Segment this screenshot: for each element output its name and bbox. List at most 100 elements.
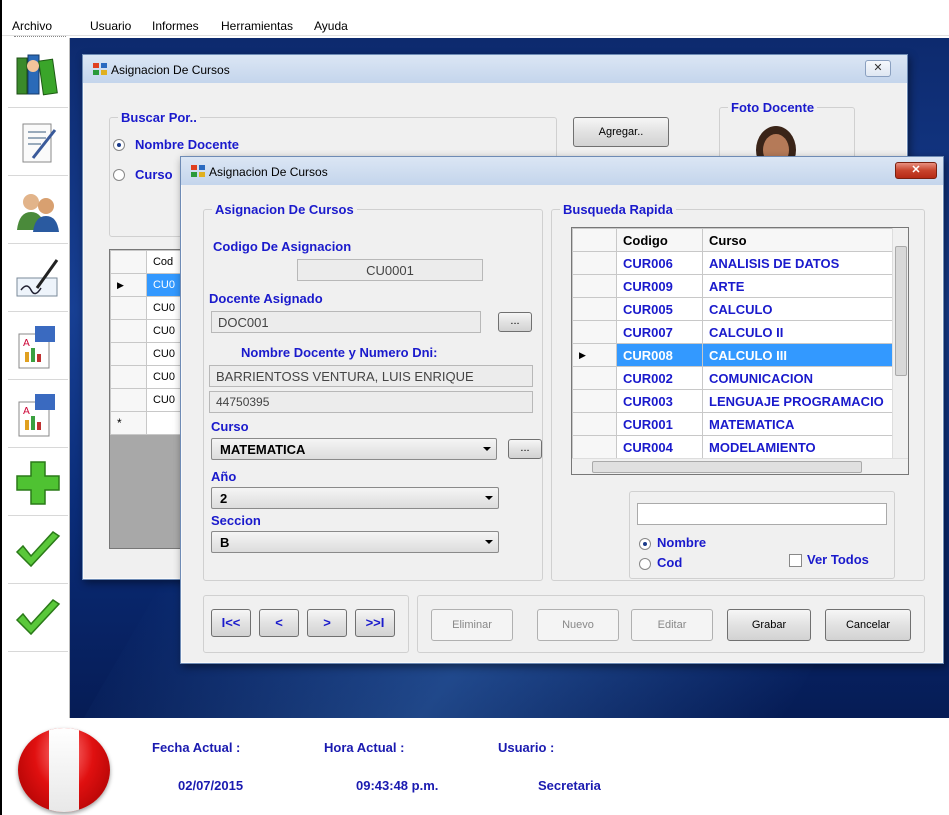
course-row[interactable]: CUR002 COMUNICACION (572, 366, 900, 390)
curso-label: Curso (211, 419, 249, 434)
nombre-field[interactable]: BARRIENTOSS VENTURA, LUIS ENRIQUE (209, 365, 533, 387)
course-row[interactable]: CUR005 CALCULO (572, 297, 900, 321)
sidebar-signature-button[interactable] (8, 246, 68, 312)
row-header[interactable] (572, 389, 617, 413)
row-header[interactable] (572, 412, 617, 436)
back-grid-cell[interactable]: CU0 (145, 365, 180, 389)
grid-scroll-thumb[interactable] (895, 246, 907, 376)
agregar-button[interactable]: Agregar.. (573, 117, 669, 147)
row-header[interactable] (572, 297, 617, 321)
course-row[interactable]: CUR004 MODELAMIENTO (572, 435, 900, 459)
anio-select[interactable]: 2 (211, 487, 499, 509)
ver-todos-checkbox[interactable] (789, 554, 802, 567)
course-name-cell[interactable]: CALCULO III (702, 343, 900, 367)
course-code-cell[interactable]: CUR008 (616, 343, 703, 367)
row-header[interactable] (572, 435, 617, 459)
sidebar-add-button[interactable] (8, 450, 68, 516)
col-codigo[interactable]: Codigo (616, 228, 703, 252)
back-close-button[interactable]: ✕ (865, 60, 891, 77)
course-code-cell[interactable]: CUR004 (616, 435, 703, 459)
curso-select[interactable]: MATEMATICA (211, 438, 497, 460)
course-row[interactable]: CUR003 LENGUAJE PROGRAMACIO (572, 389, 900, 413)
grid-hscroll-thumb[interactable] (592, 461, 862, 473)
grid-horizontal-scrollbar[interactable] (572, 458, 908, 474)
menu-archivo[interactable]: Archivo (12, 19, 52, 33)
docente-field[interactable]: DOC001 (211, 311, 481, 333)
radio-nombre-docente[interactable] (113, 139, 125, 151)
course-row[interactable]: CUR001 MATEMATICA (572, 412, 900, 436)
first-record-button[interactable]: I<< (211, 609, 251, 637)
course-name-cell[interactable]: ARTE (702, 274, 900, 298)
course-row[interactable]: ▶ CUR008 CALCULO III (572, 343, 900, 367)
side-toolbar: A A (2, 38, 70, 718)
sidebar-check-button[interactable] (8, 518, 68, 584)
sidebar-document-button[interactable] (8, 110, 68, 176)
menu-herramientas[interactable]: Herramientas (221, 19, 293, 33)
menu-ayuda[interactable]: Ayuda (314, 19, 348, 33)
grid-vertical-scrollbar[interactable] (892, 228, 908, 458)
course-name-cell[interactable]: MODELAMIENTO (702, 435, 900, 459)
course-grid[interactable]: Codigo Curso CUR006 ANALISIS DE DATOS CUR0… (571, 227, 909, 475)
next-record-button[interactable]: > (307, 609, 347, 637)
codigo-field[interactable]: CU0001 (297, 259, 483, 281)
radio-cod[interactable] (639, 558, 651, 570)
course-code-cell[interactable]: CUR007 (616, 320, 703, 344)
course-name-cell[interactable]: CALCULO (702, 297, 900, 321)
add-icon (16, 460, 60, 505)
fecha-value: 02/07/2015 (178, 778, 244, 793)
docente-lookup-button[interactable]: ... (498, 312, 532, 332)
sidebar-report2-button[interactable]: A (8, 382, 68, 448)
radio-nombre[interactable] (639, 538, 651, 550)
course-row[interactable]: CUR006 ANALISIS DE DATOS (572, 251, 900, 275)
row-header[interactable]: ▶ (572, 343, 617, 367)
editar-button[interactable]: Editar (631, 609, 713, 641)
last-record-button[interactable]: >>I (355, 609, 395, 637)
back-grid[interactable]: Cod ▶ CU0 CU0 CU0 CU0 CU0 CU0 * (109, 249, 181, 549)
dni-field[interactable]: 44750395 (209, 391, 533, 413)
course-row[interactable]: CUR009 ARTE (572, 274, 900, 298)
sidebar-books-button[interactable] (8, 42, 68, 108)
radio-curso[interactable] (113, 169, 125, 181)
sidebar-users-button[interactable] (8, 178, 68, 244)
row-header[interactable] (572, 366, 617, 390)
row-header[interactable] (572, 274, 617, 298)
course-name-cell[interactable]: CALCULO II (702, 320, 900, 344)
course-name-cell[interactable]: COMUNICACION (702, 366, 900, 390)
course-name-cell[interactable]: MATEMATICA (702, 412, 900, 436)
row-header[interactable] (572, 251, 617, 275)
back-grid-cell[interactable]: CU0 (145, 273, 180, 297)
col-curso[interactable]: Curso (702, 228, 900, 252)
seccion-select[interactable]: B (211, 531, 499, 553)
grabar-button[interactable]: Grabar (727, 609, 811, 641)
back-grid-cell[interactable]: CU0 (145, 388, 180, 412)
menu-separator (14, 36, 66, 37)
course-code-cell[interactable]: CUR001 (616, 412, 703, 436)
course-name-cell[interactable]: LENGUAJE PROGRAMACIO (702, 389, 900, 413)
nuevo-button[interactable]: Nuevo (537, 609, 619, 641)
curso-select-value: MATEMATICA (220, 442, 306, 457)
course-code-cell[interactable]: CUR002 (616, 366, 703, 390)
front-window-title: Asignacion De Cursos (209, 165, 328, 179)
menu-usuario[interactable]: Usuario (90, 19, 131, 33)
sidebar-check2-button[interactable] (8, 586, 68, 652)
sidebar-report-button[interactable]: A (8, 314, 68, 380)
cancelar-button[interactable]: Cancelar (825, 609, 911, 641)
course-code-cell[interactable]: CUR003 (616, 389, 703, 413)
back-grid-cell[interactable]: CU0 (145, 296, 180, 320)
course-code-cell[interactable]: CUR006 (616, 251, 703, 275)
menu-informes[interactable]: Informes (152, 19, 199, 33)
row-header[interactable] (572, 320, 617, 344)
course-code-cell[interactable]: CUR009 (616, 274, 703, 298)
eliminar-button[interactable]: Eliminar (431, 609, 513, 641)
back-grid-cell[interactable]: CU0 (145, 342, 180, 366)
check-icon (15, 598, 61, 635)
front-close-button[interactable]: ✕ (895, 162, 937, 179)
course-row[interactable]: CUR007 CALCULO II (572, 320, 900, 344)
curso-lookup-button[interactable]: ... (508, 439, 542, 459)
course-code-cell[interactable]: CUR005 (616, 297, 703, 321)
course-name-cell[interactable]: ANALISIS DE DATOS (702, 251, 900, 275)
previous-record-button[interactable]: < (259, 609, 299, 637)
chevron-down-icon (485, 496, 493, 500)
back-grid-cell[interactable]: CU0 (145, 319, 180, 343)
search-input[interactable] (637, 503, 887, 525)
